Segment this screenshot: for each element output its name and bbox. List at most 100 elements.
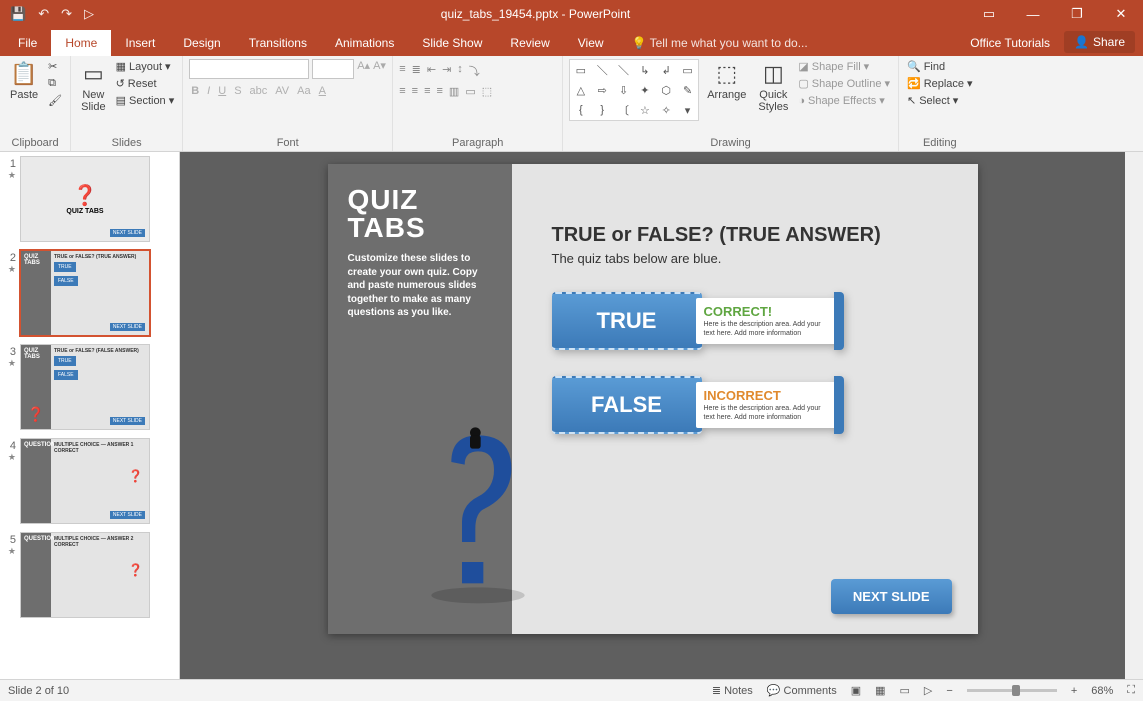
slide-editor[interactable]: QUIZ TABS Customize these slides to crea… bbox=[180, 152, 1125, 679]
justify-button[interactable]: ≡ bbox=[436, 85, 442, 98]
smartart-button[interactable]: ⬚ bbox=[482, 85, 492, 98]
increase-font-icon[interactable]: A▴ bbox=[357, 59, 370, 79]
shape-rect2-icon[interactable]: ▭ bbox=[682, 64, 692, 77]
tab-animations[interactable]: Animations bbox=[321, 30, 408, 56]
thumbnail-2[interactable]: 2★ QUIZ TABS TRUE or FALSE? (TRUE ANSWER… bbox=[2, 250, 177, 336]
format-painter-button[interactable]: 🖌 bbox=[46, 93, 64, 108]
shape-rect-icon[interactable]: ▭ bbox=[576, 64, 586, 77]
tab-home[interactable]: Home bbox=[51, 30, 111, 56]
select-button[interactable]: ↖Select ▾ bbox=[905, 93, 975, 108]
ribbon-options-icon[interactable]: ▭ bbox=[967, 0, 1011, 28]
answer-false-row[interactable]: FALSE INCORRECT Here is the description … bbox=[552, 376, 948, 434]
shape-fill-button[interactable]: ◪Shape Fill ▾ bbox=[796, 59, 892, 74]
shape-outline-button[interactable]: ▢Shape Outline ▾ bbox=[796, 76, 892, 91]
normal-view-button[interactable]: ▣ bbox=[851, 684, 861, 697]
shape-brace3-icon[interactable]: 〔 bbox=[618, 102, 629, 118]
shadow-button[interactable]: S bbox=[234, 85, 241, 97]
thumbnail-1[interactable]: 1★ ❓ QUIZ TABS NEXT SLIDE bbox=[2, 156, 177, 242]
reset-button[interactable]: ↺Reset bbox=[114, 76, 177, 91]
slide-thumbnails-panel[interactable]: 1★ ❓ QUIZ TABS NEXT SLIDE 2★ QUIZ TABS T… bbox=[0, 152, 180, 679]
answer-true-row[interactable]: TRUE CORRECT! Here is the description ar… bbox=[552, 292, 948, 350]
shape-line-icon[interactable]: ＼ bbox=[597, 62, 608, 78]
underline-button[interactable]: U bbox=[218, 85, 226, 97]
shape-curve-icon[interactable]: ⬡ bbox=[661, 84, 671, 97]
shape-conn2-icon[interactable]: ↲ bbox=[662, 64, 671, 77]
tab-file[interactable]: File bbox=[4, 30, 51, 56]
tell-me-search[interactable]: 💡 Tell me what you want to do... bbox=[618, 30, 822, 56]
shape-brace1-icon[interactable]: { bbox=[579, 104, 583, 116]
minimize-icon[interactable]: — bbox=[1011, 0, 1055, 28]
layout-button[interactable]: ▦Layout ▾ bbox=[114, 59, 177, 74]
align-left-button[interactable]: ≡ bbox=[399, 85, 405, 98]
align-center-button[interactable]: ≡ bbox=[412, 85, 418, 98]
office-tutorials-link[interactable]: Office Tutorials bbox=[956, 30, 1064, 56]
sorter-view-button[interactable]: ▦ bbox=[875, 684, 885, 697]
font-color-button[interactable]: A bbox=[319, 85, 326, 97]
tab-review[interactable]: Review bbox=[496, 30, 563, 56]
thumbnail-3[interactable]: 3★ QUIZ TABS TRUE or FALSE? (FALSE ANSWE… bbox=[2, 344, 177, 430]
bold-button[interactable]: B bbox=[191, 85, 199, 97]
gallery-more-icon[interactable]: ▾ bbox=[685, 104, 691, 117]
arrange-button[interactable]: ⬚ Arrange bbox=[703, 59, 750, 103]
text-direction-button[interactable]: ⤵ bbox=[469, 63, 480, 79]
decrease-font-icon[interactable]: A▾ bbox=[373, 59, 386, 79]
shape-conn-icon[interactable]: ↳ bbox=[640, 64, 649, 77]
false-tab[interactable]: FALSE bbox=[552, 376, 702, 434]
case-button[interactable]: Aa bbox=[297, 85, 310, 97]
shape-effects-button[interactable]: ◑Shape Effects ▾ bbox=[796, 93, 892, 108]
shapes-gallery[interactable]: ▭ ＼ ＼ ↳ ↲ ▭ △ ⇨ ⇩ ✦ ⬡ ✎ {} 〔 ☆ ✧ ▾ bbox=[569, 59, 699, 121]
shape-callout-icon[interactable]: ✧ bbox=[662, 104, 671, 117]
zoom-in-button[interactable]: + bbox=[1071, 685, 1077, 697]
shape-arrowd-icon[interactable]: ⇩ bbox=[619, 84, 628, 97]
current-slide[interactable]: QUIZ TABS Customize these slides to crea… bbox=[328, 164, 978, 634]
line-spacing-button[interactable]: ↕ bbox=[457, 63, 463, 79]
indent-increase-button[interactable]: ⇥ bbox=[442, 63, 451, 79]
italic-button[interactable]: I bbox=[207, 85, 210, 97]
share-button[interactable]: 👤Share bbox=[1064, 31, 1135, 53]
vertical-scrollbar[interactable] bbox=[1125, 152, 1143, 679]
zoom-slider[interactable] bbox=[967, 689, 1057, 692]
shape-line2-icon[interactable]: ＼ bbox=[618, 62, 629, 78]
tab-transitions[interactable]: Transitions bbox=[235, 30, 321, 56]
shape-arrowr-icon[interactable]: ⇨ bbox=[598, 84, 607, 97]
strike-button[interactable]: abc bbox=[250, 85, 268, 97]
cut-button[interactable]: ✂ bbox=[46, 59, 64, 74]
spacing-button[interactable]: AV bbox=[275, 85, 289, 97]
undo-icon[interactable]: ↶ bbox=[38, 6, 49, 22]
comments-button[interactable]: 💬 Comments bbox=[767, 684, 837, 697]
indent-decrease-button[interactable]: ⇤ bbox=[427, 63, 436, 79]
shape-star-icon[interactable]: ☆ bbox=[640, 104, 650, 117]
shape-tri-icon[interactable]: △ bbox=[577, 84, 585, 97]
find-button[interactable]: 🔍Find bbox=[905, 59, 975, 74]
shape-brace2-icon[interactable]: } bbox=[600, 104, 604, 116]
align-text-button[interactable]: ▭ bbox=[465, 85, 475, 98]
true-tab[interactable]: TRUE bbox=[552, 292, 702, 350]
fit-to-window-button[interactable]: ⛶ bbox=[1127, 684, 1135, 697]
bullets-button[interactable]: ≡ bbox=[399, 63, 405, 79]
tab-design[interactable]: Design bbox=[169, 30, 234, 56]
zoom-level[interactable]: 68% bbox=[1091, 685, 1113, 697]
slideshow-view-button[interactable]: ▷ bbox=[924, 684, 932, 697]
tab-view[interactable]: View bbox=[564, 30, 618, 56]
redo-icon[interactable]: ↷ bbox=[61, 6, 72, 22]
thumbnail-5[interactable]: 5★ QUESTION MULTIPLE CHOICE — ANSWER 2 C… bbox=[2, 532, 177, 618]
tab-insert[interactable]: Insert bbox=[111, 30, 169, 56]
thumbnail-4[interactable]: 4★ QUESTION MULTIPLE CHOICE — ANSWER 1 C… bbox=[2, 438, 177, 524]
reading-view-button[interactable]: ▭ bbox=[900, 684, 910, 697]
copy-button[interactable]: ⧉ bbox=[46, 76, 64, 91]
columns-button[interactable]: ▥ bbox=[449, 85, 459, 98]
start-from-beginning-icon[interactable]: ▷ bbox=[84, 6, 94, 22]
next-slide-button[interactable]: NEXT SLIDE bbox=[831, 579, 952, 614]
tab-slideshow[interactable]: Slide Show bbox=[408, 30, 496, 56]
shape-free-icon[interactable]: ✎ bbox=[683, 84, 692, 97]
font-size-input[interactable] bbox=[312, 59, 354, 79]
numbering-button[interactable]: ≣ bbox=[412, 63, 421, 79]
paste-button[interactable]: 📋 Paste bbox=[6, 59, 42, 103]
quick-styles-button[interactable]: ◫ Quick Styles bbox=[754, 59, 792, 115]
new-slide-button[interactable]: ▭ New Slide bbox=[77, 59, 109, 115]
shape-speech-icon[interactable]: ✦ bbox=[640, 84, 649, 97]
align-right-button[interactable]: ≡ bbox=[424, 85, 430, 98]
notes-button[interactable]: ≣ Notes bbox=[712, 684, 753, 697]
restore-icon[interactable]: ❐ bbox=[1055, 0, 1099, 28]
section-button[interactable]: ▤Section ▾ bbox=[114, 93, 177, 108]
